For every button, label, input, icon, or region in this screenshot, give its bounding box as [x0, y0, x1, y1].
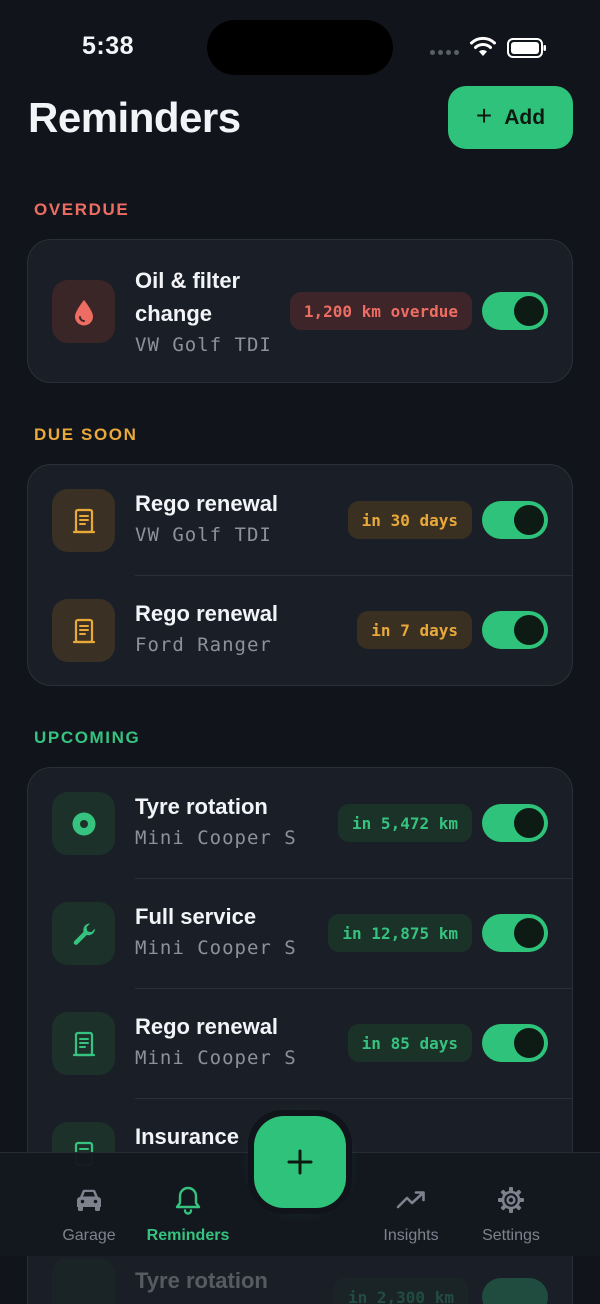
reminder-title: Rego renewal — [135, 601, 279, 626]
reminder-title: Rego renewal — [135, 491, 279, 516]
reminder-row[interactable]: Tyre rotation Mini Cooper S in 5,472 km — [28, 768, 572, 878]
reminder-vehicle: Mini Cooper S — [135, 1047, 297, 1069]
reminder-row[interactable]: Rego renewal Ford Ranger in 7 days — [28, 575, 572, 685]
status-badge: in 30 days — [347, 501, 472, 539]
cellular-signal-icon — [430, 50, 459, 55]
tab-settings[interactable]: Settings — [456, 1153, 566, 1257]
status-badge: in 2,300 km — [334, 1278, 468, 1304]
section-label-upcoming: UPCOMING — [34, 728, 141, 747]
wrench-icon — [52, 902, 115, 965]
reminder-toggle[interactable] — [482, 914, 548, 952]
tab-insights[interactable]: Insights — [356, 1153, 466, 1257]
reminder-toggle[interactable] — [482, 804, 548, 842]
plus-icon — [287, 1149, 313, 1175]
tyre-icon — [52, 1258, 115, 1304]
document-icon — [52, 1012, 115, 1075]
tyre-icon — [52, 792, 115, 855]
oil-drop-icon — [52, 280, 115, 343]
tab-label: Settings — [482, 1227, 540, 1244]
reminder-toggle[interactable] — [482, 501, 548, 539]
status-badge: in 7 days — [357, 611, 472, 649]
status-time: 5:38 — [82, 32, 135, 60]
section-label-overdue: OVERDUE — [34, 200, 130, 219]
reminder-title: Full service — [135, 904, 257, 929]
tab-reminders[interactable]: Reminders — [133, 1153, 243, 1257]
overdue-card: Oil & filter change VW Golf TDI 1,200 km… — [27, 239, 573, 383]
add-fab-button[interactable] — [248, 1110, 352, 1214]
tab-label: Insights — [383, 1227, 439, 1244]
reminder-toggle[interactable] — [482, 1278, 548, 1304]
reminder-title: Tyre rotation — [135, 1268, 268, 1293]
reminder-toggle[interactable] — [482, 1024, 548, 1062]
reminder-vehicle: VW Golf TDI — [135, 524, 272, 546]
reminder-row[interactable]: Full service Mini Cooper S in 12,875 km — [28, 878, 572, 988]
car-icon — [74, 1185, 104, 1215]
trend-up-icon — [396, 1185, 426, 1215]
dynamic-island — [207, 20, 393, 75]
tab-garage[interactable]: Garage — [34, 1153, 144, 1257]
status-badge: in 12,875 km — [328, 914, 472, 952]
reminder-title: Tyre rotation — [135, 794, 268, 819]
status-badge: 1,200 km overdue — [289, 292, 472, 330]
plus-icon: + — [475, 100, 493, 131]
tab-label: Reminders — [146, 1227, 230, 1244]
reminder-title: Insurance — [135, 1124, 239, 1149]
due-soon-card: Rego renewal VW Golf TDI in 30 days Rego… — [27, 464, 573, 686]
tab-label: Garage — [62, 1227, 116, 1244]
section-label-due-soon: DUE SOON — [34, 425, 138, 444]
reminder-row[interactable]: Rego renewal VW Golf TDI in 30 days — [28, 465, 572, 575]
reminder-row[interactable]: Tyre rotation in 2,300 km — [0, 1250, 600, 1304]
reminder-title-line2: change — [135, 301, 213, 326]
reminder-vehicle: Mini Cooper S — [135, 827, 297, 849]
add-reminder-button[interactable]: + Add — [448, 86, 573, 149]
page-title: Reminders — [28, 94, 241, 141]
status-badge: in 85 days — [347, 1024, 472, 1062]
battery-icon — [507, 38, 546, 58]
gear-icon — [496, 1185, 526, 1215]
reminder-vehicle: VW Golf TDI — [135, 334, 272, 356]
reminder-row[interactable]: Oil & filter change VW Golf TDI 1,200 km… — [28, 240, 572, 382]
reminder-vehicle: Mini Cooper S — [135, 937, 297, 959]
bell-icon — [173, 1185, 203, 1215]
wifi-icon — [470, 36, 496, 56]
add-button-label: Add — [504, 105, 546, 129]
document-icon — [52, 599, 115, 662]
reminder-toggle[interactable] — [482, 292, 548, 330]
reminder-toggle[interactable] — [482, 611, 548, 649]
document-icon — [52, 489, 115, 552]
reminder-title: Rego renewal — [135, 1014, 279, 1039]
reminder-vehicle: Ford Ranger — [135, 634, 272, 656]
reminder-row[interactable]: Rego renewal Mini Cooper S in 85 days — [28, 988, 572, 1098]
status-bar: 5:38 — [0, 0, 600, 90]
status-badge: in 5,472 km — [338, 804, 472, 842]
reminder-title: Oil & filter — [135, 268, 241, 293]
